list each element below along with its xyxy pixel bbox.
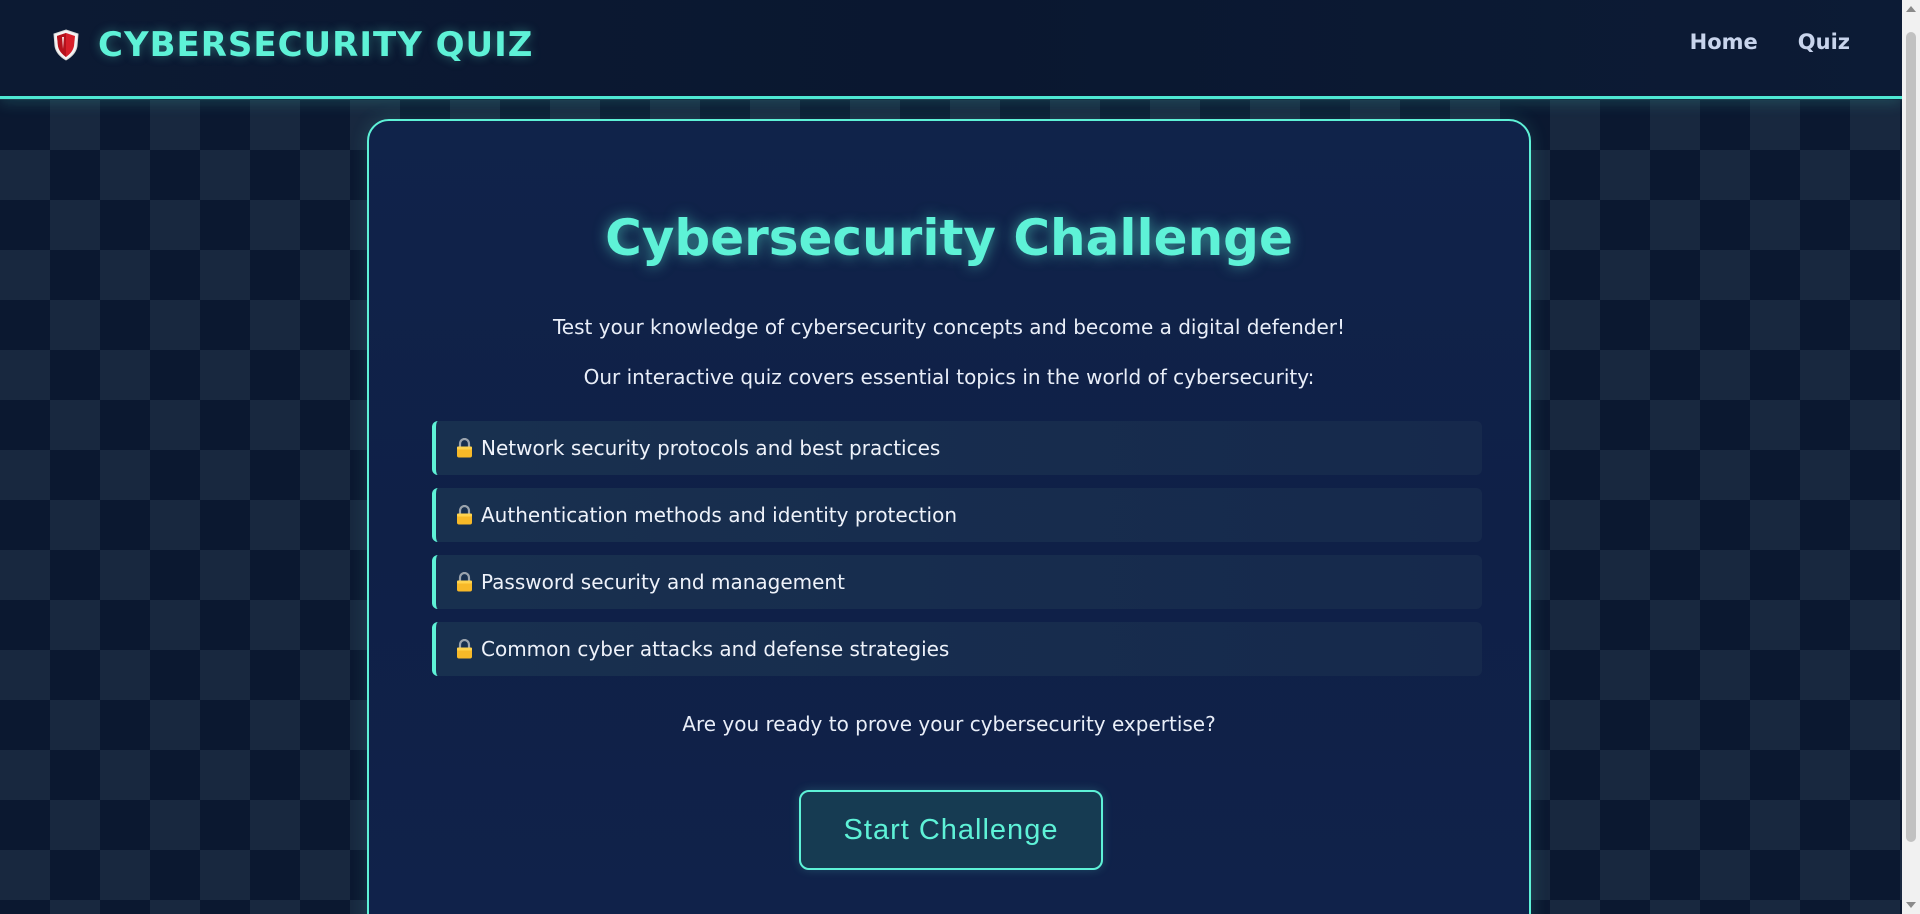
brand-title: CYBERSECURITY QUIZ [98, 25, 534, 65]
lock-icon [456, 638, 473, 659]
topic-label: Network security protocols and best prac… [481, 436, 941, 460]
topic-item: Common cyber attacks and defense strateg… [432, 622, 1482, 676]
lock-icon [456, 504, 473, 525]
topic-label: Password security and management [481, 570, 845, 594]
topic-label: Common cyber attacks and defense strateg… [481, 637, 950, 661]
nav-links: Home Quiz [1690, 30, 1850, 54]
lock-icon [456, 571, 473, 592]
shield-icon [52, 29, 80, 61]
scroll-thumb[interactable] [1906, 32, 1916, 842]
topic-list: Network security protocols and best prac… [432, 421, 1482, 689]
challenge-card: Cybersecurity Challenge Test your knowle… [367, 119, 1531, 914]
topics-intro-text: Our interactive quiz covers essential to… [583, 365, 1315, 389]
nav-link-home[interactable]: Home [1690, 30, 1758, 54]
lock-icon [456, 437, 473, 458]
topic-item: Network security protocols and best prac… [432, 421, 1482, 475]
top-navbar: CYBERSECURITY QUIZ Home Quiz [0, 0, 1902, 99]
scroll-up-icon[interactable] [1906, 6, 1916, 12]
brand[interactable]: CYBERSECURITY QUIZ [52, 22, 533, 68]
page: CYBERSECURITY QUIZ Home Quiz Cybersecuri… [0, 0, 1902, 914]
start-challenge-button[interactable]: Start Challenge [799, 790, 1103, 870]
topic-label: Authentication methods and identity prot… [481, 503, 958, 527]
page-title: Cybersecurity Challenge [605, 209, 1293, 267]
topic-item: Authentication methods and identity prot… [432, 488, 1482, 542]
vertical-scrollbar[interactable] [1902, 0, 1920, 914]
nav-link-quiz[interactable]: Quiz [1798, 30, 1850, 54]
topic-item: Password security and management [432, 555, 1482, 609]
ready-prompt: Are you ready to prove your cybersecurit… [682, 712, 1216, 736]
intro-text: Test your knowledge of cybersecurity con… [552, 315, 1345, 339]
scroll-down-icon[interactable] [1906, 902, 1916, 908]
